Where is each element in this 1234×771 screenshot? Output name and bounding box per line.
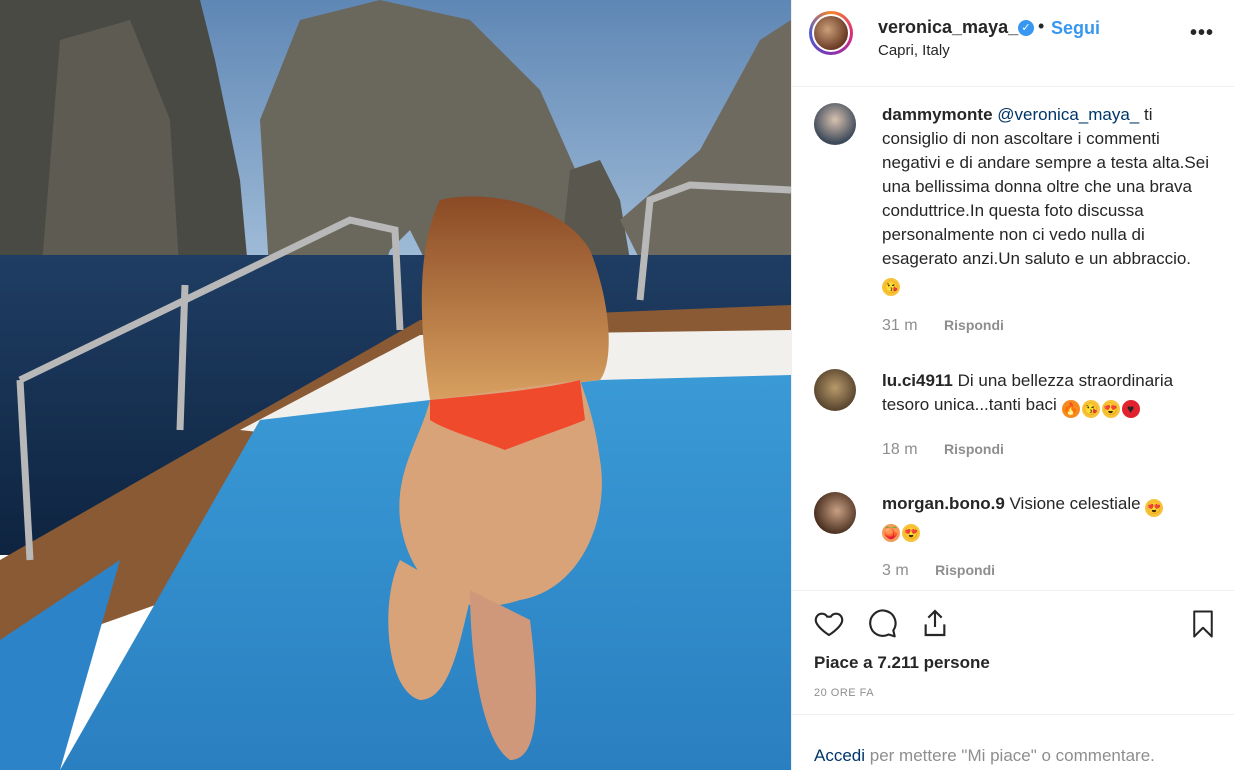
heart-icon[interactable]	[812, 607, 846, 639]
author-username[interactable]: veronica_maya_	[878, 17, 1018, 38]
reply-button[interactable]: Rispondi	[935, 562, 995, 578]
commenter-avatar[interactable]	[814, 103, 856, 145]
post-timestamp[interactable]: 20 ORE FA	[814, 687, 874, 699]
comment-mention[interactable]: @veronica_maya_	[997, 105, 1139, 124]
comment-text: ti consiglio di non ascoltare i commenti…	[882, 105, 1209, 268]
more-options-icon[interactable]: •••	[1190, 22, 1214, 45]
post-header: veronica_maya_ ✓ • Segui Capri, Italy ••…	[792, 0, 1234, 87]
likes-count[interactable]: Piace a 7.211 persone	[814, 653, 990, 673]
comment-time: 18 m	[882, 441, 918, 458]
comments-list[interactable]: dammymonte @veronica_maya_ ti consiglio …	[792, 87, 1234, 590]
author-avatar[interactable]	[809, 11, 853, 55]
kiss-face-emoji-icon: 😘	[1081, 400, 1100, 418]
commenter-username[interactable]: morgan.bono.9	[882, 494, 1005, 513]
red-heart-emoji-icon: ♥	[1121, 400, 1140, 418]
reply-button[interactable]: Rispondi	[944, 441, 1004, 457]
post-actions: Piace a 7.211 persone 20 ORE FA	[792, 590, 1234, 715]
heart-eyes-emoji-icon: 😍	[902, 524, 920, 542]
comment-text: Visione celestiale	[1004, 494, 1146, 513]
heart-eyes-emoji-icon: 😍	[1145, 499, 1164, 517]
reply-button[interactable]: Rispondi	[944, 317, 1004, 333]
verified-badge-icon: ✓	[1018, 20, 1034, 36]
comment-time: 31 m	[882, 317, 918, 334]
share-icon[interactable]	[918, 607, 952, 639]
post-location[interactable]: Capri, Italy	[878, 42, 950, 59]
commenter-avatar[interactable]	[814, 492, 856, 534]
comment-time: 3 m	[882, 562, 909, 579]
commenter-avatar[interactable]	[814, 369, 856, 411]
post-photo-illustration	[0, 0, 791, 770]
bookmark-icon[interactable]	[1188, 607, 1218, 641]
follow-button[interactable]: Segui	[1051, 18, 1100, 39]
commenter-username[interactable]: dammymonte	[882, 105, 993, 124]
commenter-username[interactable]: lu.ci4911	[882, 371, 953, 390]
login-prompt-text: per mettere "Mi piace" o commentare.	[865, 746, 1155, 765]
login-prompt: Accedi per mettere "Mi piace" o commenta…	[792, 714, 1234, 771]
heart-eyes-emoji-icon: 😍	[1101, 400, 1120, 418]
separator-dot: •	[1038, 16, 1045, 36]
login-link[interactable]: Accedi	[814, 746, 865, 765]
post-photo[interactable]	[0, 0, 791, 770]
peach-emoji-icon: 🍑	[882, 524, 900, 542]
comment-icon[interactable]	[865, 607, 899, 639]
post-detail-panel: veronica_maya_ ✓ • Segui Capri, Italy ••…	[791, 0, 1234, 770]
fire-emoji-icon: 🔥	[1061, 400, 1080, 418]
kiss-face-emoji-icon: 😘	[882, 278, 900, 296]
